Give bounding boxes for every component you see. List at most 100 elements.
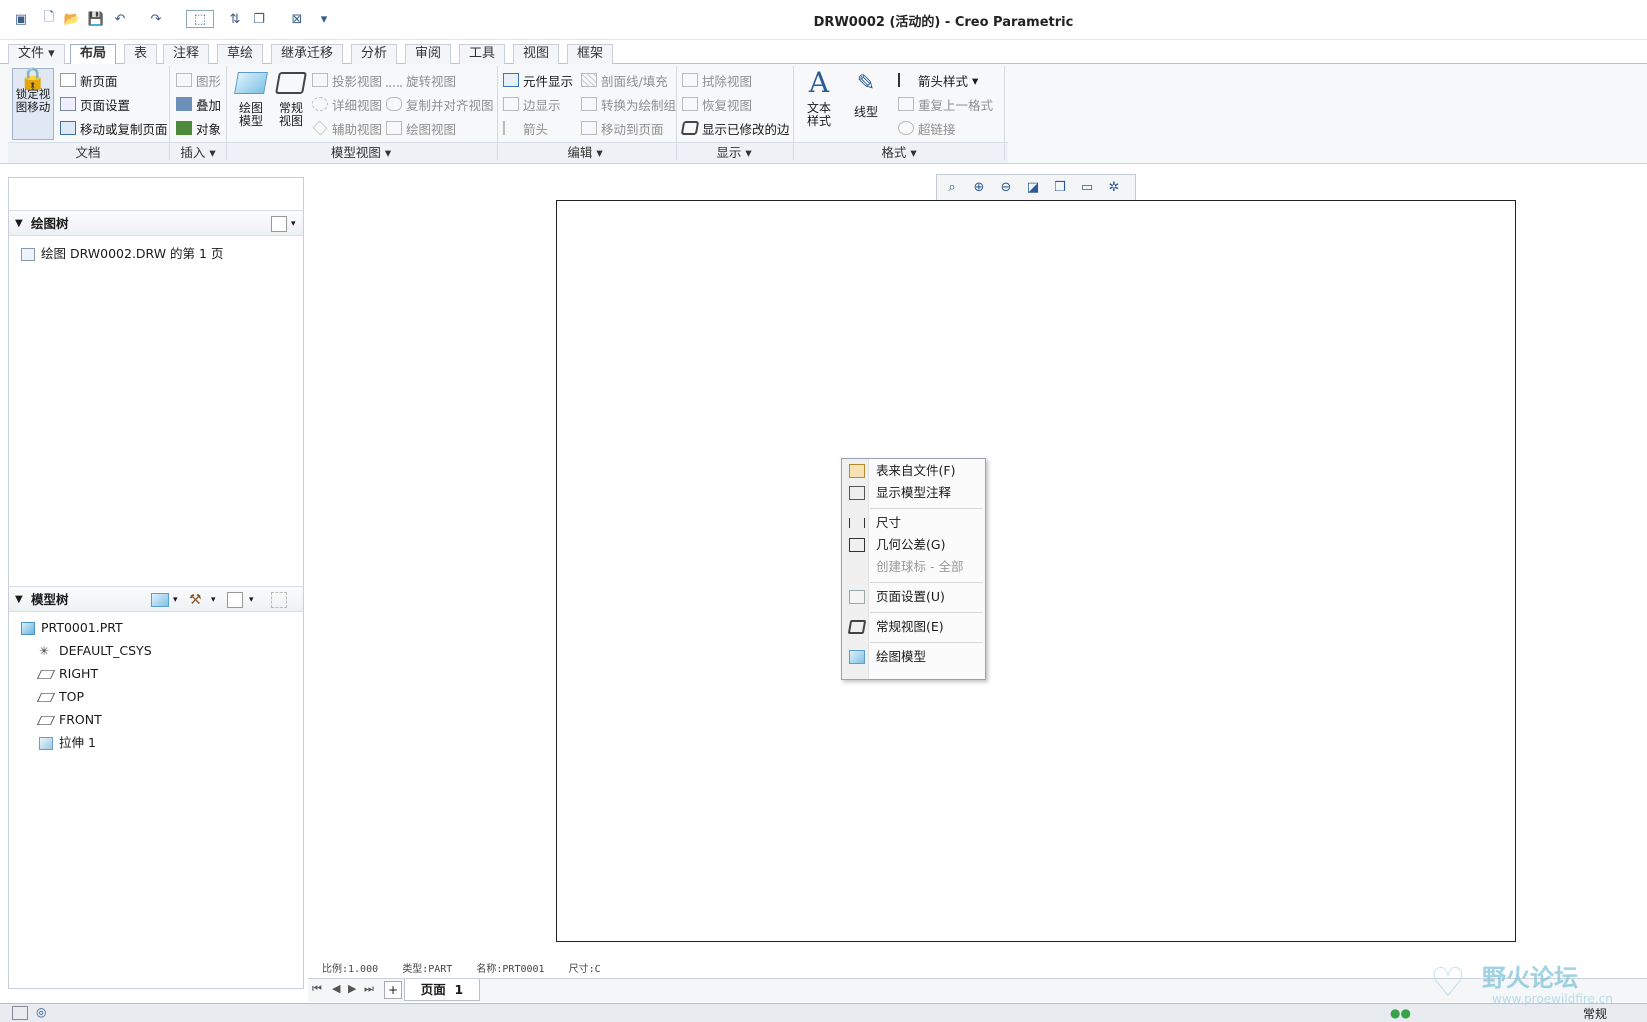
arrow-style-button[interactable]: 箭头样式 ▾ [898, 70, 978, 90]
show-modified-edges-button[interactable]: 显示已修改的边 [680, 118, 790, 138]
repeat-last-format-button[interactable]: 重复上一格式 [898, 94, 993, 114]
model-tree-header[interactable]: ▼ 模型树 ▾ ⚒ ▾ ▾ [9, 586, 303, 612]
prev-page-icon[interactable]: ◀ [332, 982, 340, 995]
part-icon [21, 621, 35, 635]
chevron-down-icon[interactable]: ▾ [291, 211, 296, 237]
collapse-triangle-icon[interactable]: ▼ [15, 211, 23, 237]
model-tree-item[interactable]: 拉伸 1 [39, 733, 96, 753]
group-label-display[interactable]: 显示 ▾ [676, 144, 792, 162]
erase-view-button[interactable]: 拭除视图 [682, 70, 752, 90]
table-file-icon [849, 464, 865, 478]
text-style-label: 文本 样式 [806, 101, 831, 128]
move-copy-page-button[interactable]: 移动或复制页面 [60, 118, 168, 138]
group-label-insert[interactable]: 插入 ▾ [170, 144, 226, 162]
tree-settings-icon[interactable] [271, 216, 287, 232]
arrow-button[interactable]: 箭头 [503, 118, 548, 138]
menu-item-geometric-tolerance[interactable]: 几何公差(G) [842, 535, 985, 555]
chevron-down-icon[interactable]: ▾ [211, 587, 216, 613]
graphics-button[interactable]: 图形 [176, 70, 221, 90]
tab-analysis[interactable]: 分析 [351, 44, 398, 64]
model-display-icon[interactable] [151, 593, 169, 607]
display-style-icon[interactable]: ❒ [1049, 178, 1071, 198]
refit-icon[interactable]: ⌕ [941, 178, 963, 198]
sheet-display-icon[interactable]: ▭ [1076, 178, 1098, 198]
object-button[interactable]: 对象 [176, 118, 221, 138]
drawing-view-label: 绘图视图 [406, 121, 457, 137]
resume-view-button[interactable]: 恢复视图 [682, 94, 752, 114]
drawing-view-icon [386, 121, 402, 135]
model-tree-item[interactable]: TOP [36, 687, 84, 707]
tools-icon[interactable]: ⚒ [189, 587, 202, 613]
next-page-icon[interactable]: ▶ [348, 982, 356, 995]
tab-sketch[interactable]: 草绘 [217, 44, 264, 64]
repaint-icon[interactable]: ◪ [1022, 178, 1044, 198]
move-to-page-button[interactable]: 移动到页面 [581, 118, 664, 138]
navigator-toggle-icon[interactable] [12, 1006, 28, 1020]
group-label-model-views[interactable]: 模型视图 ▾ [226, 144, 496, 162]
chevron-down-icon[interactable]: ▾ [173, 587, 178, 613]
tab-tools[interactable]: 工具 [459, 44, 506, 64]
page-setup-icon [849, 590, 865, 604]
model-tree-item[interactable]: RIGHT [36, 664, 98, 684]
model-tree-item-label: 拉伸 1 [59, 735, 96, 750]
menu-item-general-view[interactable]: 常规视图(E) [842, 617, 985, 637]
copy-align-view-button[interactable]: 复制并对齐视图 [386, 94, 494, 114]
tab-legacy-migration[interactable]: 继承迁移 [271, 44, 344, 64]
menu-item-table-from-file[interactable]: 表来自文件(F) [842, 461, 985, 481]
repeat-format-icon [898, 97, 914, 111]
hyperlink-button[interactable]: 超链接 [898, 118, 956, 138]
filter-icon[interactable] [271, 592, 287, 608]
menu-item-create-balloons[interactable]: 创建球标 - 全部 [842, 557, 985, 577]
menu-item-drawing-models[interactable]: 绘图模型 [842, 647, 985, 667]
datum-display-icon[interactable]: ✲ [1103, 178, 1125, 198]
element-display-button[interactable]: 元件显示 [503, 70, 573, 90]
drawing-model-button[interactable]: 绘图 模型 [232, 72, 270, 128]
browser-toggle-icon[interactable]: ◎ [36, 1005, 46, 1019]
model-tree-root[interactable]: PRT0001.PRT [21, 618, 123, 638]
detail-view-button[interactable]: 详细视图 [312, 94, 382, 114]
edge-display-button[interactable]: 边显示 [503, 94, 561, 114]
tab-table[interactable]: 表 [124, 44, 158, 64]
last-page-icon[interactable]: ⏭ [364, 982, 374, 996]
drawing-sheet[interactable] [556, 200, 1516, 942]
drawing-tree-header[interactable]: ▼ 绘图树 ▾ [9, 210, 303, 236]
add-page-icon[interactable]: + [384, 981, 402, 999]
model-tree-item[interactable]: FRONT [36, 710, 102, 730]
group-label-edit[interactable]: 编辑 ▾ [497, 144, 673, 162]
lock-view-move-label: 锁定视 图移动 [15, 87, 51, 114]
text-style-button[interactable]: A 文本 样式 [802, 68, 836, 128]
xhatch-button[interactable]: 剖面线/填充 [581, 70, 668, 90]
new-page-button[interactable]: 新页面 [60, 70, 118, 90]
general-view-button[interactable]: 常规 视图 [272, 72, 310, 128]
revolve-view-button[interactable]: 旋转视图 [386, 70, 456, 90]
menu-item-show-model-annotations[interactable]: 显示模型注释 [842, 483, 985, 503]
convert-draw-group-button[interactable]: 转换为绘制组 [581, 94, 676, 114]
lock-view-move-button[interactable]: 🔒 锁定视 图移动 [12, 68, 54, 140]
tab-review[interactable]: 审阅 [405, 44, 452, 64]
model-tree-item[interactable]: ✳ DEFAULT_CSYS [39, 641, 152, 661]
chevron-down-icon[interactable]: ▾ [249, 587, 254, 613]
group-label-format[interactable]: 格式 ▾ [794, 144, 1004, 162]
collapse-triangle-icon[interactable]: ▼ [15, 587, 23, 613]
tab-annotate[interactable]: 注释 [163, 44, 210, 64]
tab-frame[interactable]: 框架 [567, 44, 614, 64]
projection-view-button[interactable]: 投影视图 [312, 70, 382, 90]
tab-file[interactable]: 文件 ▾ [8, 44, 65, 64]
zoom-out-icon[interactable]: ⊖ [995, 178, 1017, 198]
zoom-in-icon[interactable]: ⊕ [968, 178, 990, 198]
first-page-icon[interactable]: ⏮ [312, 982, 322, 996]
menu-item-page-setup[interactable]: 页面设置(U) [842, 587, 985, 607]
overlay-button[interactable]: 叠加 [176, 94, 221, 114]
drawing-tree-item[interactable]: 绘图 DRW0002.DRW 的第 1 页 [21, 244, 223, 264]
overlay-label: 叠加 [196, 97, 222, 113]
drawing-view-button[interactable]: 绘图视图 [386, 118, 456, 138]
auxiliary-view-button[interactable]: 辅助视图 [312, 118, 382, 138]
graphics-toolbar: ⌕ ⊕ ⊖ ◪ ❒ ▭ ✲ [936, 174, 1136, 200]
line-style-button[interactable]: ✎ 线型 [848, 70, 884, 119]
page-setup-button[interactable]: 页面设置 [60, 94, 130, 114]
page-tab[interactable]: 页面 1 [404, 979, 480, 1001]
tree-settings-icon[interactable] [227, 592, 243, 608]
menu-item-dimension[interactable]: 尺寸 [842, 513, 985, 533]
tab-layout[interactable]: 布局 [70, 44, 117, 65]
tab-view[interactable]: 视图 [513, 44, 560, 64]
